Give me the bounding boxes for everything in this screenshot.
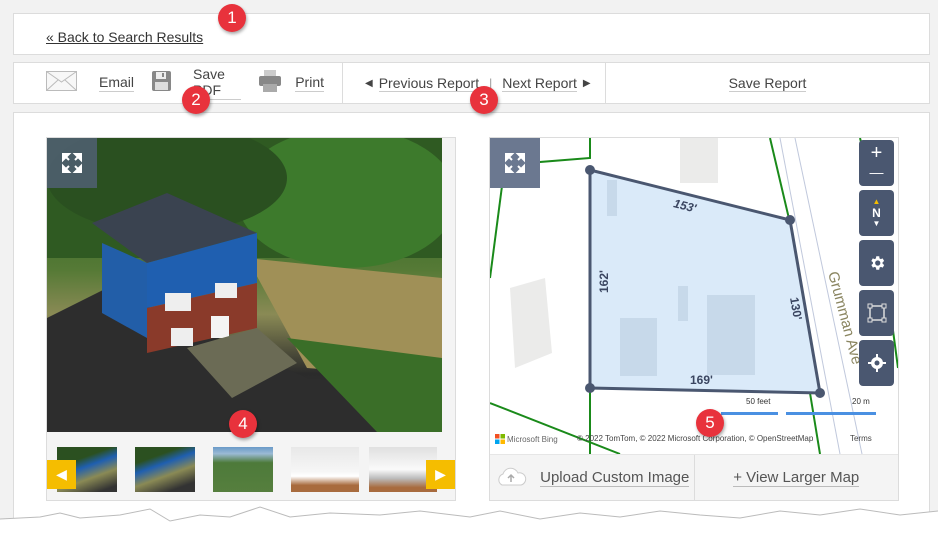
scale-bar-meters xyxy=(786,412,876,415)
annotation-badge-5: 5 xyxy=(696,409,724,437)
caret-right-icon: ▶ xyxy=(582,77,591,89)
structure xyxy=(607,180,617,216)
map-terms-link[interactable]: Terms xyxy=(850,434,872,443)
gear-icon xyxy=(870,256,884,270)
expand-map-button[interactable] xyxy=(490,138,540,188)
expand-icon xyxy=(62,153,82,173)
map-attribution: © 2022 TomTom, © 2022 Microsoft Corporat… xyxy=(577,434,814,443)
microsoft-logo-icon xyxy=(495,434,505,444)
annotation-badge-2: 2 xyxy=(182,86,210,114)
cloud-upload-icon xyxy=(498,467,527,485)
map-footer: Upload Custom Image + View Larger Map xyxy=(490,454,898,500)
save-report-section: Save Report xyxy=(606,63,929,103)
structure xyxy=(707,295,755,375)
zoom-out-button[interactable]: — xyxy=(870,162,884,182)
envelope-icon xyxy=(46,70,77,96)
structure xyxy=(620,318,657,376)
annotation-badge-4: 4 xyxy=(229,410,257,438)
compass-north-arrow-icon: ▲ xyxy=(872,197,881,206)
map-canvas[interactable]: 153' 162' 130' 169' Grumman Ave xyxy=(490,138,898,454)
building xyxy=(510,278,552,368)
print-label: Print xyxy=(295,74,324,92)
select-area-icon xyxy=(867,303,886,323)
photo-gallery: ◀ ▶ xyxy=(46,137,456,501)
arrow-left-icon: ◀ xyxy=(56,466,67,482)
building xyxy=(680,138,718,183)
previous-photo-button[interactable]: ◀ xyxy=(47,460,76,489)
property-photo[interactable] xyxy=(47,138,442,432)
scale-meters-label: 20 m xyxy=(852,397,870,406)
arrow-right-icon: ▶ xyxy=(435,466,446,482)
floppy-disk-icon xyxy=(152,70,172,96)
dimension-left: 162' xyxy=(597,270,611,293)
parcel-map[interactable]: 153' 162' 130' 169' Grumman Ave + — ▲ N … xyxy=(489,137,899,501)
caret-left-icon: ◀ xyxy=(365,77,373,89)
save-report-button[interactable]: Save Report xyxy=(728,75,807,92)
report-content: ◀ ▶ 153' 162' 130' 169' Grumman Ave + — … xyxy=(13,112,930,543)
back-panel: « Back to Search Results xyxy=(13,13,930,55)
thumbnail-house-aerial-side[interactable] xyxy=(135,447,195,492)
view-larger-map-button[interactable]: + View Larger Map xyxy=(695,455,899,500)
locate-button[interactable] xyxy=(859,340,894,386)
crosshair-icon xyxy=(867,354,886,372)
scale-bar-feet xyxy=(721,412,778,415)
zoom-in-button[interactable]: + xyxy=(871,143,883,163)
annotation-badge-1: 1 xyxy=(218,4,246,32)
thumbnail-strip: ◀ ▶ xyxy=(47,434,455,500)
toolbar-actions: Email Save PDF Print xyxy=(14,63,343,103)
parcel-vertex[interactable] xyxy=(585,165,595,175)
previous-report-link[interactable]: Previous Report xyxy=(378,75,480,92)
map-settings-button[interactable] xyxy=(859,240,894,286)
thumbnail-neighborhood-aerial[interactable] xyxy=(213,447,273,492)
printer-icon xyxy=(259,69,282,97)
email-button[interactable]: Email xyxy=(46,70,135,96)
annotation-badge-3: 3 xyxy=(470,86,498,114)
upload-custom-image-button[interactable]: Upload Custom Image xyxy=(490,455,695,500)
zoom-controls: + — xyxy=(859,140,894,186)
view-larger-map-label: + View Larger Map xyxy=(733,468,860,487)
compass-button[interactable]: ▲ N ▼ xyxy=(859,190,894,236)
expand-photo-button[interactable] xyxy=(47,138,97,188)
back-to-search-results-link[interactable]: « Back to Search Results xyxy=(46,29,203,45)
parcel-vertex[interactable] xyxy=(585,383,595,393)
thumbnail-kitchen-1[interactable] xyxy=(291,447,359,492)
torn-edge-decoration xyxy=(0,506,938,543)
print-button[interactable]: Print xyxy=(259,69,324,97)
structure xyxy=(678,286,688,321)
upload-custom-image-label: Upload Custom Image xyxy=(540,468,690,487)
compass-south-arrow-icon: ▼ xyxy=(872,219,881,228)
parcel-vertex[interactable] xyxy=(785,215,795,225)
bing-logo: Microsoft Bing xyxy=(495,434,558,444)
dimension-bottom: 169' xyxy=(690,373,713,387)
email-label: Email xyxy=(99,74,135,92)
parcel-vertex[interactable] xyxy=(815,388,825,398)
draw-area-button[interactable] xyxy=(859,290,894,336)
next-report-link[interactable]: Next Report xyxy=(502,75,577,92)
expand-icon xyxy=(505,153,525,173)
scale-feet-label: 50 feet xyxy=(746,397,771,406)
bing-label: Microsoft Bing xyxy=(507,434,558,444)
compass-label: N xyxy=(872,206,881,220)
next-photo-button[interactable]: ▶ xyxy=(426,460,455,489)
